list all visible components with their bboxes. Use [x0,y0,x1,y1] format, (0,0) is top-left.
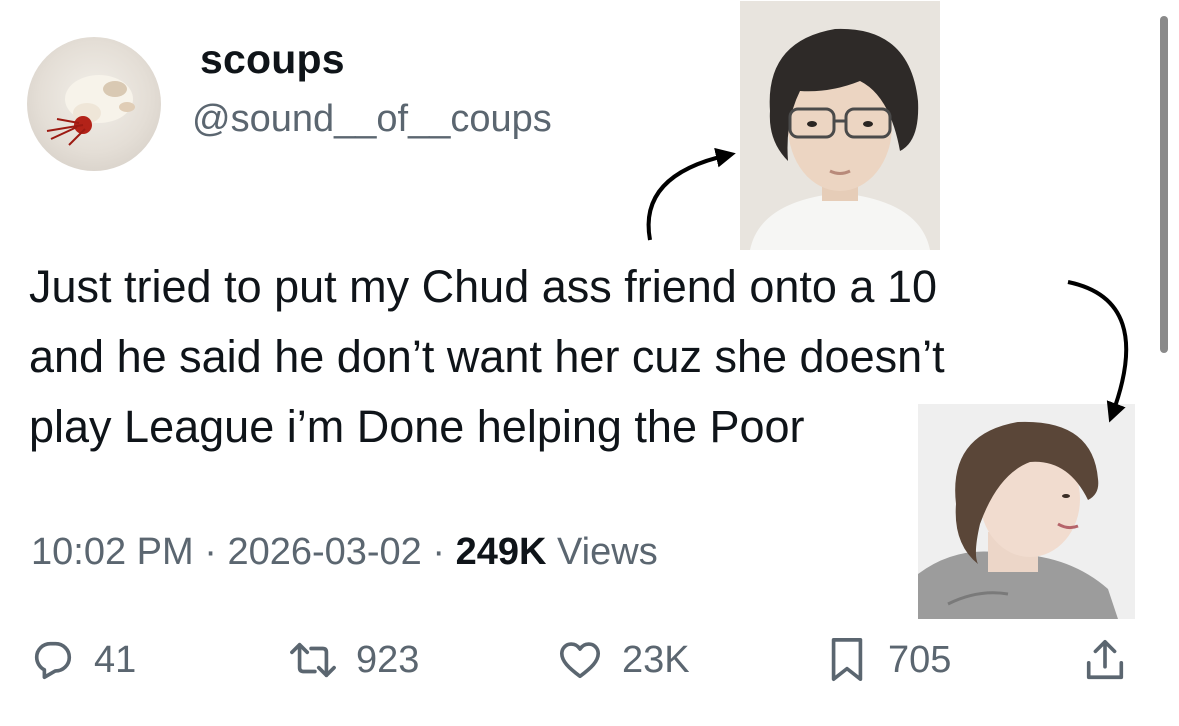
meta-separator: · [432,531,446,573]
tweet-meta: 10:02 PM · 2026-03-02 · 249K Views [31,531,658,574]
like-button[interactable]: 23K [556,625,690,695]
avatar-image [46,75,135,146]
retweet-icon [290,642,336,678]
arrow-to-top-photo [646,147,736,241]
views-label: Views [557,531,658,573]
tweet-time[interactable]: 10:02 PM [31,531,194,573]
share-button[interactable] [1082,625,1128,695]
retweet-count: 923 [356,638,420,681]
author-avatar[interactable] [27,37,161,171]
bookmark-count: 705 [888,638,952,681]
retweet-button[interactable]: 923 [288,625,419,695]
views-count[interactable]: 249K [456,531,547,573]
tweet-action-bar: 41 923 23K 705 [0,625,1179,695]
bookmark-button[interactable]: 705 [824,625,951,695]
author-display-name[interactable]: scoups [200,36,345,83]
reply-count: 41 [94,638,137,681]
bookmark-icon [831,638,863,681]
reply-icon [34,641,72,680]
meta-separator: · [204,531,217,573]
tweet-date[interactable]: 2026-03-02 [227,531,421,573]
portrait-photo-glasses [740,1,940,250]
like-count: 23K [622,638,690,681]
tweet-text: Just tried to put my Chud ass friend ont… [29,261,945,452]
reply-button[interactable]: 41 [30,625,136,695]
author-handle[interactable]: @sound__of__coups [192,98,552,141]
share-icon [1086,639,1124,680]
scrollbar[interactable] [1160,16,1168,353]
like-icon [559,642,601,679]
